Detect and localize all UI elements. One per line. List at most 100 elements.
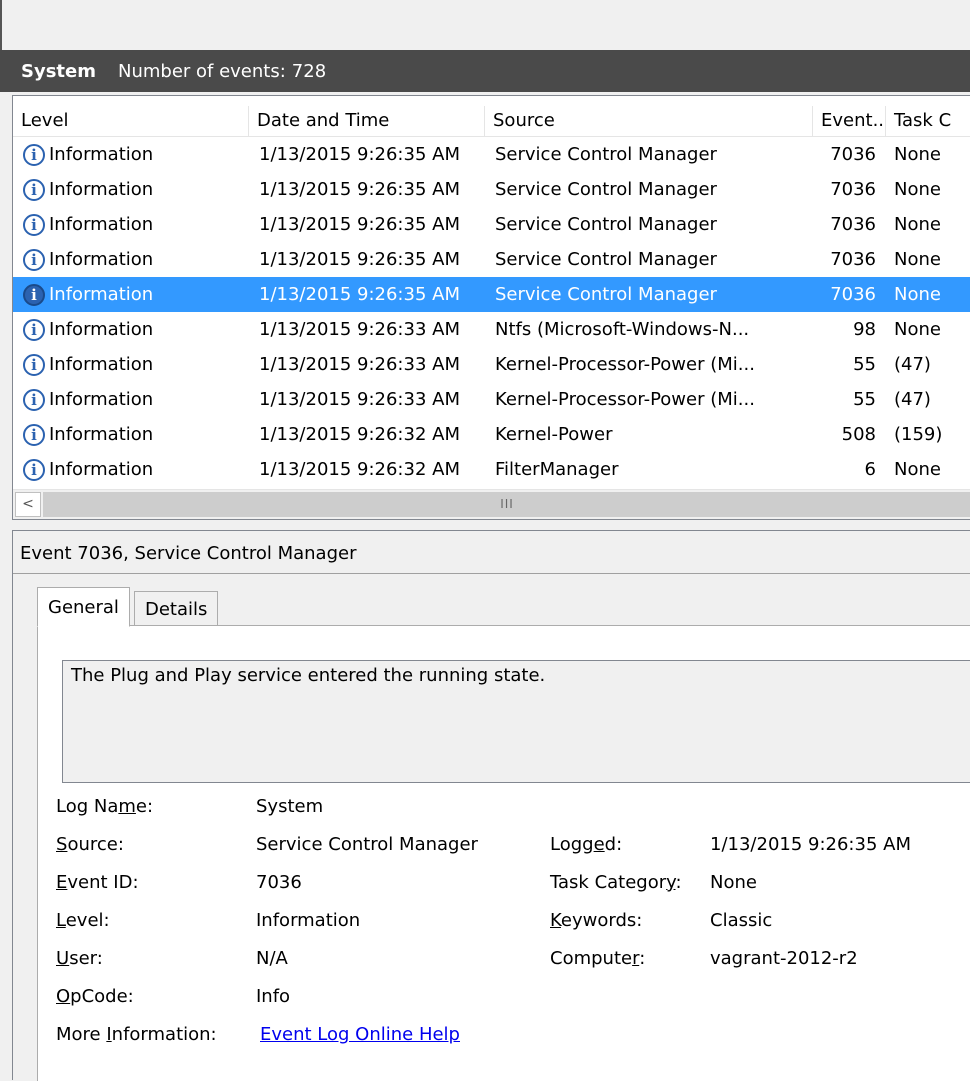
date-cell: 1/13/2015 9:26:33 AM (259, 319, 460, 340)
level-label: Level: (56, 910, 110, 931)
task-category-cell: (47) (894, 389, 931, 410)
event-row[interactable]: i Information 1/13/2015 9:26:35 AM Service … (13, 242, 970, 277)
level-text: Information (49, 389, 154, 410)
information-icon: i (23, 143, 45, 166)
scrollbar-thumb[interactable]: III (43, 492, 970, 517)
keywords-value: Classic (710, 910, 773, 931)
information-icon: i (23, 388, 45, 411)
level-cell: i Information (13, 248, 249, 271)
event-detail-pane: Event 7036, Service Control Manager Gene… (12, 530, 970, 1081)
column-header-source[interactable]: Source (485, 106, 813, 136)
date-cell: 1/13/2015 9:26:35 AM (259, 179, 460, 200)
event-row[interactable]: i Information 1/13/2015 9:26:33 AM Ntfs (Mi… (13, 312, 970, 347)
event-id-cell: 6 (864, 459, 876, 480)
event-row[interactable]: i Information 1/13/2015 9:26:35 AM Service … (13, 172, 970, 207)
level-text: Information (49, 459, 154, 480)
task-category-cell: None (894, 319, 941, 340)
event-id-cell: 7036 (830, 144, 876, 165)
event-row[interactable]: i Information 1/13/2015 9:26:33 AM Kernel-P… (13, 347, 970, 382)
event-count: 728 (291, 60, 327, 82)
level-text: Information (49, 214, 154, 235)
level-text: Information (49, 354, 154, 375)
event-id-cell: 55 (853, 354, 876, 375)
task-category-cell: None (894, 144, 941, 165)
event-id-cell: 7036 (830, 284, 876, 305)
level-cell: i Information (13, 423, 249, 446)
more-information-label: More Information: (56, 1024, 217, 1045)
column-header-level[interactable]: Level (13, 106, 249, 136)
computer-label: Computer: (550, 948, 646, 969)
event-row[interactable]: i Information 1/13/2015 9:26:32 AM FilterMa… (13, 452, 970, 487)
tab-general[interactable]: General (37, 587, 130, 627)
information-icon: i (23, 458, 45, 481)
information-icon: i (23, 423, 45, 446)
event-row[interactable]: i Information 1/13/2015 9:26:35 AM Service … (13, 137, 970, 172)
source-value: Service Control Manager (256, 834, 478, 855)
column-header-task-category[interactable]: Task C (886, 106, 970, 136)
information-icon: i (23, 283, 45, 306)
source-label: Source: (56, 834, 124, 855)
scroll-left-arrow-icon[interactable]: < (15, 492, 41, 517)
column-header-row: Level Date and Time Source Event... Task… (13, 106, 970, 137)
level-value: Information (256, 910, 361, 931)
task-category-cell: None (894, 249, 941, 270)
event-message-box[interactable]: The Plug and Play service entered the ru… (62, 660, 970, 783)
log-header-bar: System Number of events: 728 (0, 50, 970, 92)
level-cell: i Information (13, 178, 249, 201)
event-id-value: 7036 (256, 872, 302, 893)
source-cell: Service Control Manager (495, 179, 717, 200)
task-category-cell: (47) (894, 354, 931, 375)
information-icon: i (23, 213, 45, 236)
date-cell: 1/13/2015 9:26:33 AM (259, 389, 460, 410)
level-text: Information (49, 179, 154, 200)
level-text: Information (49, 319, 154, 340)
source-cell: Service Control Manager (495, 249, 717, 270)
column-header-date[interactable]: Date and Time (249, 106, 485, 136)
event-id-cell: 7036 (830, 249, 876, 270)
opcode-value: Info (256, 986, 291, 1007)
opcode-label: OpCode: (56, 986, 134, 1007)
top-empty-area (0, 0, 970, 50)
information-icon: i (23, 318, 45, 341)
level-text: Information (49, 424, 154, 445)
level-cell: i Information (13, 388, 249, 411)
event-row[interactable]: i Information 1/13/2015 9:26:33 AM Kernel-P… (13, 382, 970, 417)
event-id-cell: 7036 (830, 214, 876, 235)
source-cell: Ntfs (Microsoft-Windows-N... (495, 319, 750, 340)
event-count-label: Number of events: (117, 60, 286, 82)
event-log-online-help-link[interactable]: Event Log Online Help (260, 1024, 460, 1045)
horizontal-scrollbar[interactable]: < III (13, 489, 970, 519)
date-cell: 1/13/2015 9:26:35 AM (259, 144, 460, 165)
source-cell: Kernel-Processor-Power (Mi... (495, 389, 755, 410)
tab-details[interactable]: Details (134, 591, 219, 627)
task-category-cell: None (894, 459, 941, 480)
task-category-value: None (710, 872, 757, 893)
event-row[interactable]: i Information 1/13/2015 9:26:35 AM Service … (13, 207, 970, 242)
event-id-cell: 98 (853, 319, 876, 340)
level-cell: i Information (13, 318, 249, 341)
information-icon: i (23, 248, 45, 271)
logged-label: Logged: (550, 834, 623, 855)
event-id-label: Event ID: (56, 872, 139, 893)
level-cell: i Information (13, 353, 249, 376)
event-row[interactable]: i Information 1/13/2015 9:26:35 AM Service … (13, 277, 970, 312)
column-header-event-id[interactable]: Event... (813, 106, 886, 136)
event-detail-title: Event 7036, Service Control Manager (20, 543, 357, 564)
keywords-label: Keywords: (550, 910, 643, 931)
task-category-cell: None (894, 214, 941, 235)
date-cell: 1/13/2015 9:26:35 AM (259, 249, 460, 270)
level-text: Information (49, 249, 154, 270)
event-list[interactable]: Level Date and Time Source Event... Task… (12, 95, 970, 520)
log-name-value: System (256, 796, 324, 817)
task-category-cell: None (894, 179, 941, 200)
logged-value: 1/13/2015 9:26:35 AM (710, 834, 911, 855)
event-row[interactable]: i Information 1/13/2015 9:26:32 AM Kernel-P… (13, 417, 970, 452)
task-category-cell: None (894, 284, 941, 305)
source-cell: FilterManager (495, 459, 619, 480)
log-name-label: Log Name: (56, 796, 154, 817)
level-text: Information (49, 284, 154, 305)
level-cell: i Information (13, 213, 249, 236)
information-icon: i (23, 353, 45, 376)
event-id-cell: 7036 (830, 179, 876, 200)
event-message: The Plug and Play service entered the ru… (71, 665, 546, 686)
